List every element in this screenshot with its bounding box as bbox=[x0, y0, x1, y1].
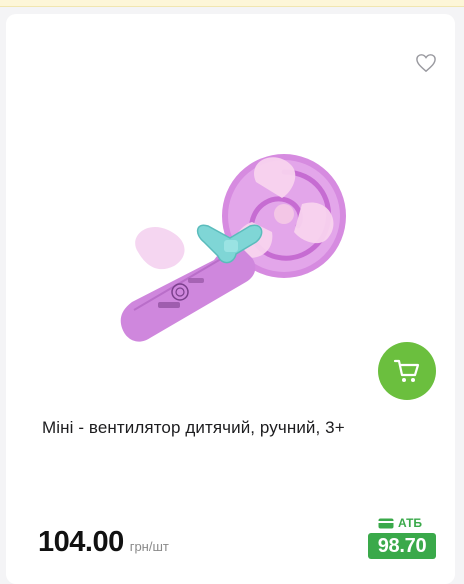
heart-outline-icon bbox=[416, 54, 436, 73]
product-card[interactable]: Міні - вентилятор дитячий, ручний, 3+ 10… bbox=[6, 14, 455, 584]
price-row: 104.00 грн/шт bbox=[38, 526, 169, 559]
cart-icon bbox=[393, 359, 420, 382]
product-image bbox=[120, 154, 346, 342]
club-badge: АТБ bbox=[378, 516, 422, 530]
top-strip bbox=[0, 0, 464, 7]
price-unit: грн/шт bbox=[129, 539, 169, 554]
product-title[interactable]: Міні - вентилятор дитячий, ручний, 3+ bbox=[42, 418, 442, 438]
add-to-cart-button[interactable] bbox=[378, 342, 436, 400]
favorite-button[interactable] bbox=[413, 50, 439, 76]
club-label: АТБ bbox=[398, 516, 423, 530]
product-price: 104.00 bbox=[38, 526, 124, 558]
card-icon bbox=[378, 518, 394, 528]
club-price: 98.70 bbox=[368, 533, 436, 559]
